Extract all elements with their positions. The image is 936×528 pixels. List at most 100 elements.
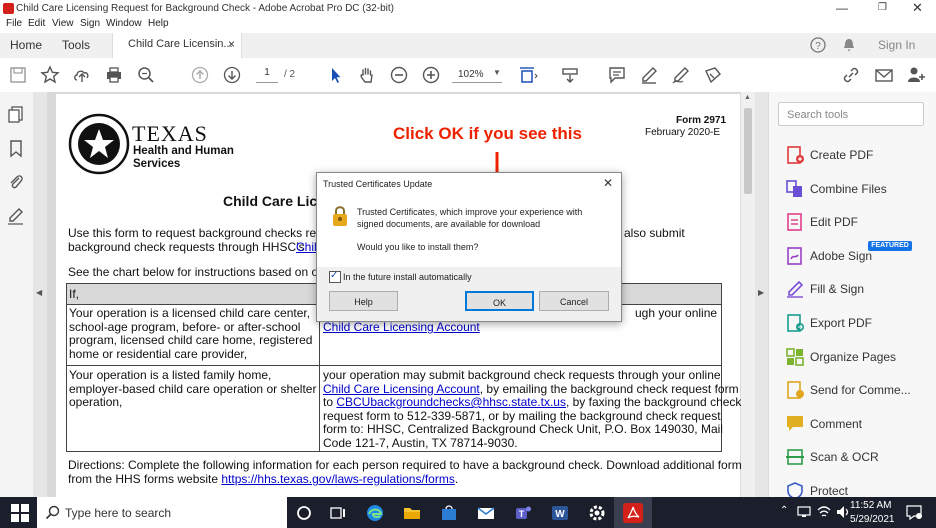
menu-help[interactable]: Help [148,18,169,29]
pages-icon[interactable] [6,104,26,124]
tab-tools[interactable]: Tools [62,38,90,52]
close-window-button[interactable]: ✕ [912,0,923,16]
zoom-in-icon[interactable] [421,65,441,85]
taskbar-search-box[interactable]: Type here to search [37,497,287,528]
edge-browser-icon[interactable] [365,503,385,523]
link-tool-icon[interactable] [841,65,861,85]
sign-document-icon[interactable] [703,65,723,85]
menu-file[interactable]: File [6,18,22,29]
row2-email-link[interactable]: CBCUbackgroundchecks@hhsc.state.tx.us [336,395,566,409]
left-pane-collapse[interactable]: ◀ [33,92,47,497]
minimize-button[interactable]: — [836,1,848,15]
intro-link[interactable]: Chil [296,240,317,255]
store-icon[interactable] [439,503,459,523]
menu-edit[interactable]: Edit [28,18,45,29]
cloud-upload-icon[interactable] [72,65,92,85]
auto-install-checkbox[interactable]: ✓ [329,270,341,283]
file-explorer-icon[interactable] [402,503,422,523]
menu-window[interactable]: Window [106,18,142,29]
row2-line-5: form to: HHSC, Centralized Background Ch… [323,422,723,436]
tray-chevron-icon[interactable]: ⌃ [780,505,788,516]
table-row-1-link[interactable]: Child Care Licensing Account [323,320,480,335]
acrobat-taskbar-icon [623,503,643,523]
word-icon[interactable]: W [550,503,570,523]
dialog-close-icon[interactable]: ✕ [603,176,613,190]
signature-panel-icon[interactable] [6,206,26,226]
taskbar-search-icon [45,505,60,520]
zoom-out-icon[interactable] [389,65,409,85]
row2-line-2: , by emailing the background check reque… [479,381,739,396]
prev-page-icon[interactable] [190,65,210,85]
scroll-mode-icon[interactable] [560,65,580,85]
hhs-forms-link[interactable]: https://hhs.texas.gov/laws-regulations/f… [221,472,454,486]
search-tools-input[interactable]: Search tools [778,102,924,126]
attachment-icon[interactable] [6,172,26,192]
wifi-icon[interactable] [817,505,831,519]
ok-button[interactable]: OK [465,291,534,311]
zoom-search-icon[interactable] [136,65,156,85]
add-user-icon[interactable] [906,65,926,85]
hand-tool-icon[interactable] [357,65,377,85]
taskbar-acrobat-active[interactable] [614,497,652,528]
star-icon[interactable] [40,65,60,85]
email-icon[interactable] [874,65,894,85]
menu-bar: File Edit View Sign Window Help [0,17,936,33]
svg-text:?: ? [815,41,821,52]
restore-button[interactable]: ❐ [878,2,887,13]
collapse-right-arrow-icon: ▶ [758,288,765,297]
trusted-certificates-dialog: Trusted Certificates Update ✕ Trusted Ce… [316,172,622,322]
volume-icon[interactable] [836,505,850,519]
tab-home[interactable]: Home [10,38,42,52]
send-for-comme-icon [786,381,804,399]
tool-label: Send for Comme... [810,383,911,397]
notification-icon[interactable] [906,505,922,520]
zoom-level-select[interactable]: 102% ▼ [452,67,502,83]
save-icon[interactable] [8,65,28,85]
dialog-message: Trusted Certificates, which improve your… [357,207,583,229]
bell-icon[interactable] [841,37,857,53]
document-heading: Child Care Lic [223,193,318,209]
page-number-input[interactable]: 1 [256,67,278,83]
highlight-pen-icon[interactable] [639,65,659,85]
next-page-icon[interactable] [222,65,242,85]
mail-icon[interactable] [476,503,496,523]
chevron-down-icon: ▼ [493,68,501,77]
row2-line-3: , by faxing the background check [565,395,741,409]
help-icon[interactable]: ? [810,37,826,53]
svg-text:T: T [519,509,525,519]
cortana-icon[interactable] [294,503,314,523]
select-cursor-icon[interactable] [326,65,346,85]
menu-sign[interactable]: Sign [80,18,100,29]
help-button[interactable]: Help [329,291,398,311]
teams-icon[interactable]: T [513,503,533,523]
cancel-button[interactable]: Cancel [539,291,609,311]
row2-account-link[interactable]: Child Care Licensing Account [323,382,480,396]
instruction-annotation: Click OK if you see this [393,124,582,143]
fit-page-icon[interactable] [518,65,538,85]
scroll-up-arrow-icon[interactable]: ▲ [744,94,751,101]
draw-sign-icon[interactable] [671,65,691,85]
taskbar-time[interactable]: 11:52 AM [850,500,892,511]
print-icon[interactable] [104,65,124,85]
bookmark-icon[interactable] [6,138,26,158]
tab-document[interactable]: Child Care Licensin... × [112,33,242,58]
windows-start-icon[interactable] [10,503,30,523]
main-toolbar: 1 / 2 102% ▼ [0,58,936,93]
menu-view[interactable]: View [52,18,74,29]
directions-line-1: Directions: Complete the following infor… [68,458,741,472]
sign-in-link[interactable]: Sign In [878,38,915,52]
edit-pdf-icon [786,213,804,231]
taskbar-date[interactable]: 5/29/2021 [850,514,895,525]
row2-line-4: request form to 512-339-5871, or by mail… [323,408,721,423]
scrollbar-thumb[interactable] [744,108,752,194]
tool-label: Adobe Sign [810,249,873,263]
tab-close-icon[interactable]: × [228,37,235,51]
comment-icon[interactable] [607,65,627,85]
network-icon[interactable] [797,506,811,518]
zoom-level-value: 102% [458,69,484,80]
collapse-left-arrow-icon: ◀ [36,288,43,297]
settings-gear-icon[interactable] [587,503,607,523]
right-pane-collapse[interactable]: ▶ [755,92,768,497]
intro-text-a: Use this form to request background chec… [68,226,330,240]
task-view-icon[interactable] [328,503,348,523]
